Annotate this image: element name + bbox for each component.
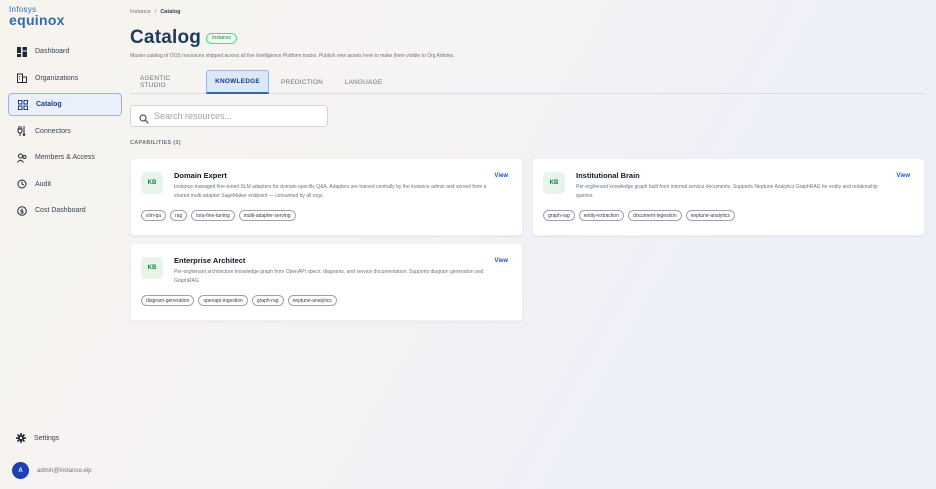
- scope-badge: Instance: [206, 32, 237, 44]
- search-box[interactable]: [130, 105, 328, 127]
- card-title: Enterprise Architect: [174, 256, 246, 265]
- sidebar-item-label: Connectors: [35, 127, 71, 135]
- gear-icon: [16, 433, 26, 443]
- breadcrumb-separator: /: [154, 9, 157, 15]
- tab-bar: AGENTIC STUDIO KNOWLEDGE PREDICTION LANG…: [130, 70, 926, 94]
- capability-card-domain-expert: KB Domain Expert Instance-managed fine-t…: [130, 158, 523, 236]
- tag: graph-rag: [251, 295, 284, 306]
- settings-link[interactable]: Settings: [16, 433, 59, 443]
- breadcrumb: Instance / Catalog: [130, 9, 181, 15]
- user-profile[interactable]: A admin@instance.eip: [12, 462, 91, 479]
- breadcrumb-parent[interactable]: Instance: [130, 9, 151, 15]
- card-description: Per-org/tenant architecture knowledge gr…: [174, 269, 484, 284]
- kb-badge: KB: [141, 257, 163, 279]
- tab-prediction[interactable]: PREDICTION: [269, 70, 335, 94]
- sidebar-item-members-access[interactable]: Members & Access: [8, 146, 122, 169]
- tag: openapi-ingestion: [198, 295, 248, 306]
- sidebar-item-label: Audit: [35, 180, 51, 188]
- grid-icon: [17, 99, 29, 111]
- view-button[interactable]: View: [494, 258, 508, 264]
- brand-logo[interactable]: Infosys equinox: [9, 6, 65, 28]
- tag: slm-qa: [141, 210, 167, 221]
- tag: diagram-generation: [141, 295, 195, 306]
- tab-knowledge[interactable]: KNOWLEDGE: [206, 70, 269, 94]
- page-title: Catalog: [130, 27, 202, 48]
- sidebar-item-audit[interactable]: Audit: [8, 173, 122, 196]
- main-content: Instance / Catalog Catalog Instance Master…: [130, 0, 930, 489]
- sidebar-item-organizations[interactable]: Organizations: [8, 67, 122, 90]
- sidebar-item-label: Organizations: [35, 74, 79, 82]
- settings-label: Settings: [34, 434, 60, 442]
- sidebar-item-cost-dashboard[interactable]: $ Cost Dashboard: [8, 199, 122, 222]
- tag: lora-fine-tuning: [191, 210, 235, 221]
- sidebar-item-label: Catalog: [36, 101, 62, 108]
- view-button[interactable]: View: [494, 173, 508, 179]
- tag: multi-adapter-serving: [238, 210, 296, 221]
- sidebar-item-label: Cost Dashboard: [35, 207, 86, 214]
- sidebar-item-label: Dashboard: [35, 48, 70, 55]
- card-description: Instance-managed fine-tuned SLM adapters…: [174, 184, 487, 199]
- tag: neptune-analytics: [685, 210, 735, 221]
- sidebar-item-label: Members & Access: [35, 154, 95, 161]
- sidebar-item-catalog[interactable]: Catalog: [8, 93, 122, 116]
- breadcrumb-current: Catalog: [160, 9, 181, 15]
- brand-line2: equinox: [9, 12, 65, 28]
- card-title: Domain Expert: [174, 171, 227, 180]
- building-icon: [16, 72, 28, 84]
- plug-icon: [16, 125, 28, 137]
- kb-badge: KB: [543, 172, 565, 194]
- tag: rag: [170, 210, 188, 221]
- svg-text:$: $: [20, 208, 24, 215]
- dashboard-icon: [16, 46, 28, 58]
- tab-agentic-studio[interactable]: AGENTIC STUDIO: [130, 70, 206, 94]
- title-row: Catalog Instance: [130, 27, 237, 49]
- page-subtitle: Master catalog of OOS resources shipped …: [130, 53, 455, 59]
- sidebar-nav: Dashboard Organizations Catalog Connecto…: [8, 40, 122, 226]
- tag: entity-extraction: [578, 210, 624, 221]
- tag: graph-rag: [543, 210, 575, 221]
- sidebar-item-connectors[interactable]: Connectors: [8, 120, 122, 143]
- card-description: Per-org/tenant knowledge graph built fro…: [576, 184, 878, 199]
- tab-language[interactable]: LANGUAGE: [335, 70, 392, 94]
- search-icon: [139, 111, 149, 124]
- members-icon: [16, 152, 28, 164]
- section-label: CAPABILITIES (3): [130, 140, 181, 146]
- history-icon: [16, 178, 28, 190]
- tag-list: diagram-generation openapi-ingestion gra…: [141, 295, 341, 306]
- view-button[interactable]: View: [896, 173, 910, 179]
- dollar-icon: $: [16, 205, 28, 217]
- card-title: Institutional Brain: [576, 171, 640, 180]
- sidebar: Infosys equinox Dashboard Organizations …: [0, 0, 125, 489]
- tag-list: slm-qa rag lora-fine-tuning multi-adapte…: [141, 210, 300, 221]
- avatar: A: [12, 462, 29, 479]
- kb-badge: KB: [141, 172, 163, 194]
- sidebar-item-dashboard[interactable]: Dashboard: [8, 40, 122, 63]
- tag-list: graph-rag entity-extraction document-ing…: [543, 210, 739, 221]
- tag: neptune-analytics: [287, 295, 337, 306]
- capability-card-institutional-brain: KB Institutional Brain Per-org/tenant kn…: [532, 158, 925, 236]
- tag: document-ingestion: [627, 210, 682, 221]
- search-input[interactable]: [154, 111, 324, 121]
- capability-card-enterprise-architect: KB Enterprise Architect Per-org/tenant a…: [130, 243, 523, 321]
- user-email: admin@instance.eip: [37, 467, 92, 474]
